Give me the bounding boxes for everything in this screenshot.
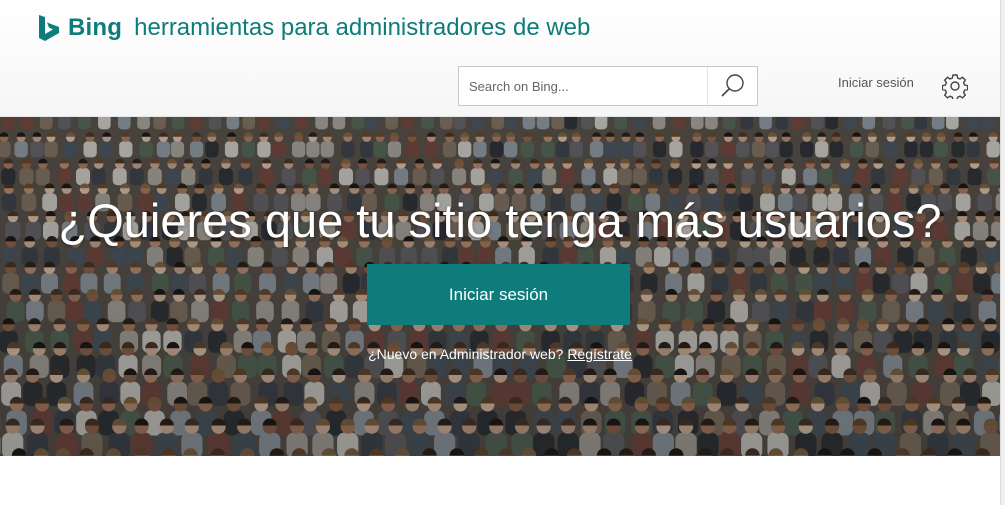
register-link[interactable]: Regístrate: [567, 346, 632, 362]
product-name: herramientas para administradores de web: [134, 14, 591, 41]
search-box: [458, 66, 758, 106]
hero-title: ¿Quieres que tu sitio tenga más usuarios…: [58, 194, 942, 247]
register-prompt-text: ¿Nuevo en Administrador web?: [368, 346, 564, 362]
brand[interactable]: Bing herramientas para administradores d…: [38, 12, 590, 44]
search-input[interactable]: [459, 67, 707, 105]
bing-wordmark: Bing: [68, 14, 123, 41]
register-prompt: ¿Nuevo en Administrador web? Regístrate: [0, 346, 1000, 362]
header: Bing herramientas para administradores d…: [0, 0, 1005, 117]
search-icon: [720, 74, 744, 97]
bing-logo-icon: [39, 15, 59, 41]
settings-button[interactable]: [942, 73, 968, 99]
gear-icon: [942, 74, 968, 99]
header-signin-link[interactable]: Iniciar sesión: [838, 75, 914, 90]
signin-button[interactable]: Iniciar sesión: [367, 264, 630, 325]
scrollbar[interactable]: [1000, 0, 1005, 505]
search-button[interactable]: [707, 67, 757, 105]
hero-banner: ¿Quieres que tu sitio tenga más usuarios…: [0, 117, 1000, 456]
